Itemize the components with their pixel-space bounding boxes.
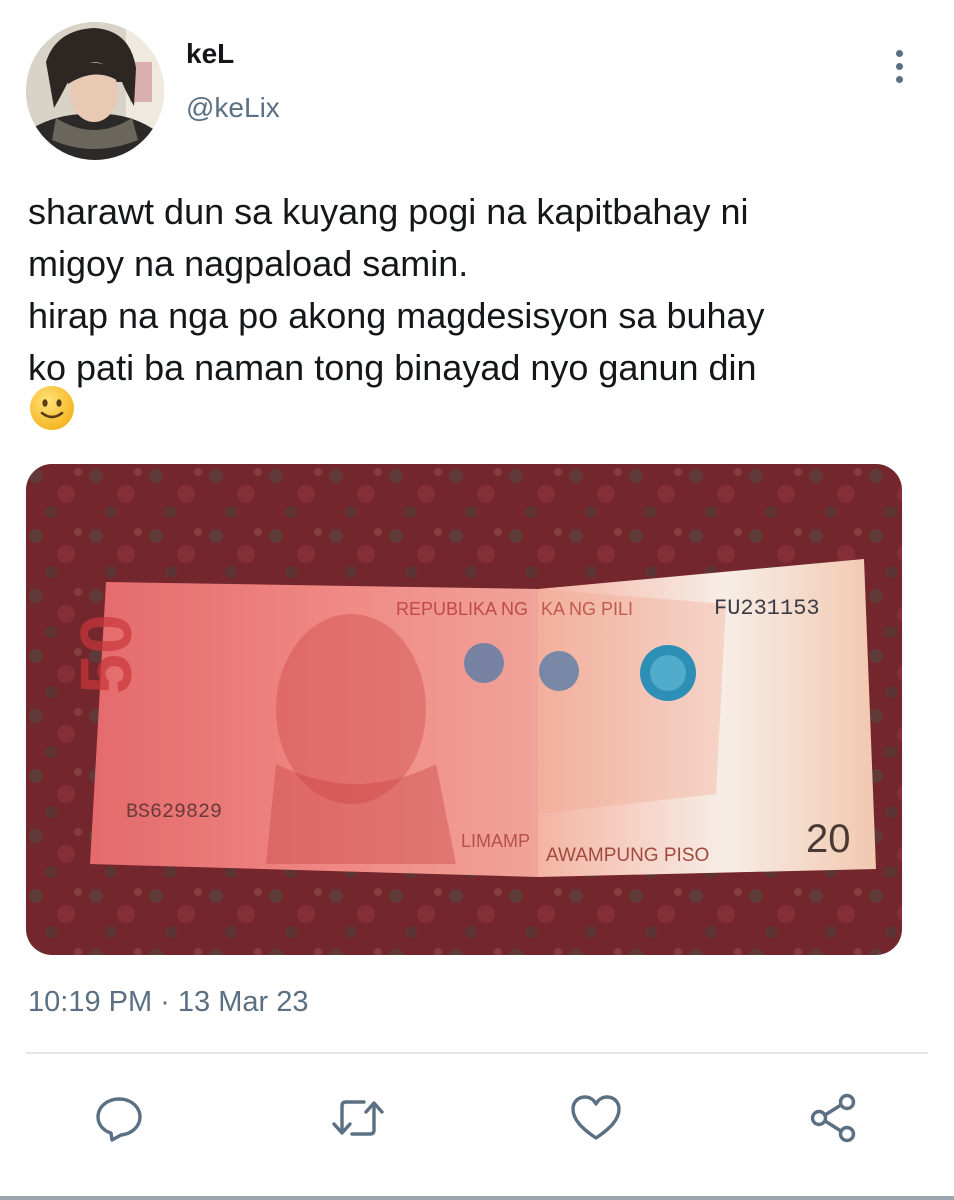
reply-icon	[96, 1097, 142, 1142]
banknote-serial-top: FU231153	[714, 596, 820, 621]
tweet-timestamp[interactable]: 10:19 PM · 13 Mar 23	[28, 986, 308, 1019]
share-icon	[810, 1093, 856, 1143]
more-options-button[interactable]	[882, 44, 916, 88]
tweet-text: sharawt dun sa kuyang pogi na kapitbahay…	[28, 191, 765, 388]
display-name[interactable]: keL	[186, 38, 234, 70]
banknote-right-value: 20	[806, 817, 851, 861]
more-dot-icon	[895, 75, 903, 83]
banknote-serial-left: BS629829	[126, 801, 222, 824]
tweet-media-photo[interactable]: 50 BS629829 REPUBLIKA NG LIMAMP KA NG PI…	[26, 464, 902, 955]
banknote-header-right: KA NG PILI	[541, 599, 633, 619]
divider	[26, 1052, 928, 1054]
screen-bottom-edge	[0, 1196, 954, 1200]
reply-button[interactable]	[91, 1090, 147, 1146]
avatar-image	[26, 22, 164, 160]
like-button[interactable]	[568, 1090, 624, 1146]
avatar[interactable]	[26, 22, 164, 160]
like-icon	[571, 1095, 621, 1140]
banknote-bottom-left: LIMAMP	[461, 831, 530, 851]
more-dot-icon	[895, 62, 903, 70]
retweet-button[interactable]	[330, 1090, 386, 1146]
banknote-bottom-right: AWAMPUNG PISO	[546, 845, 709, 866]
more-dot-icon	[895, 49, 903, 57]
banknote-left-value: 50	[67, 614, 147, 694]
banknote-photo: 50 BS629829 REPUBLIKA NG LIMAMP KA NG PI…	[26, 464, 902, 955]
share-button[interactable]	[806, 1090, 862, 1146]
slightly-smiling-face-icon	[28, 384, 76, 432]
banknote-header-left: REPUBLIKA NG	[396, 599, 528, 619]
user-handle[interactable]: @keLix	[186, 92, 280, 124]
retweet-icon	[332, 1100, 384, 1136]
